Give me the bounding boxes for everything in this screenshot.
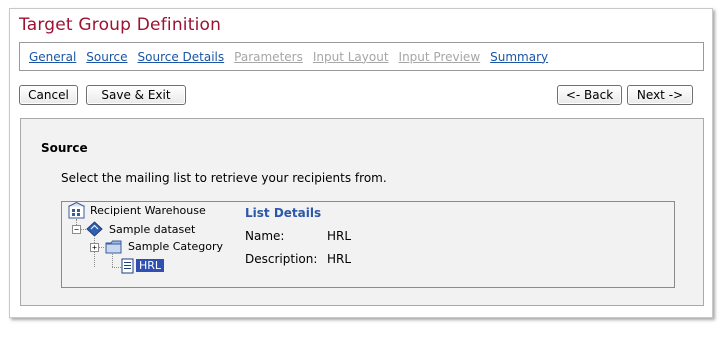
description-value: HRL bbox=[327, 252, 352, 266]
cancel-button[interactable]: Cancel bbox=[19, 85, 78, 105]
name-label: Name: bbox=[245, 229, 285, 243]
warehouse-icon bbox=[68, 201, 85, 222]
tree-node-hrl[interactable]: HRL bbox=[136, 259, 165, 272]
tab-source-details[interactable]: Source Details bbox=[138, 50, 225, 64]
tree-node-recipient-warehouse[interactable]: Recipient Warehouse bbox=[90, 204, 206, 217]
next-button[interactable]: Next -> bbox=[627, 85, 693, 105]
tab-input-preview: Input Preview bbox=[398, 49, 481, 64]
source-panel: Source Select the mailing list to retrie… bbox=[20, 118, 704, 306]
instruction-text: Select the mailing list to retrieve your… bbox=[61, 171, 387, 185]
dataset-icon bbox=[86, 221, 103, 240]
wizard-tab-bar: General Source Source Details Parameters… bbox=[19, 42, 704, 71]
list-icon bbox=[121, 258, 134, 277]
list-details-title: List Details bbox=[245, 206, 322, 220]
collapse-toggle-icon[interactable]: − bbox=[72, 225, 81, 234]
name-value: HRL bbox=[327, 229, 352, 243]
tree-node-sample-dataset[interactable]: Sample dataset bbox=[109, 223, 195, 236]
tab-input-layout: Input Layout bbox=[312, 49, 389, 64]
tree-connector bbox=[112, 267, 121, 268]
section-title: Source bbox=[41, 141, 88, 155]
selected-list-label: HRL bbox=[136, 259, 165, 272]
expand-toggle-icon[interactable]: + bbox=[90, 243, 99, 252]
list-selector-box: Recipient Warehouse − Sample dataset + S… bbox=[61, 201, 675, 288]
page-title: Target Group Definition bbox=[19, 15, 222, 35]
description-label: Description: bbox=[245, 252, 318, 266]
tab-source[interactable]: Source bbox=[86, 50, 127, 64]
tree-node-sample-category[interactable]: Sample Category bbox=[128, 240, 223, 253]
tab-summary[interactable]: Summary bbox=[490, 50, 548, 64]
folder-icon bbox=[105, 240, 122, 257]
dialog-window: Target Group Definition General Source S… bbox=[9, 8, 713, 318]
save-exit-button[interactable]: Save & Exit bbox=[86, 85, 186, 105]
tab-parameters: Parameters bbox=[234, 49, 303, 64]
back-button[interactable]: <- Back bbox=[557, 85, 622, 105]
tab-general[interactable]: General bbox=[29, 50, 76, 64]
